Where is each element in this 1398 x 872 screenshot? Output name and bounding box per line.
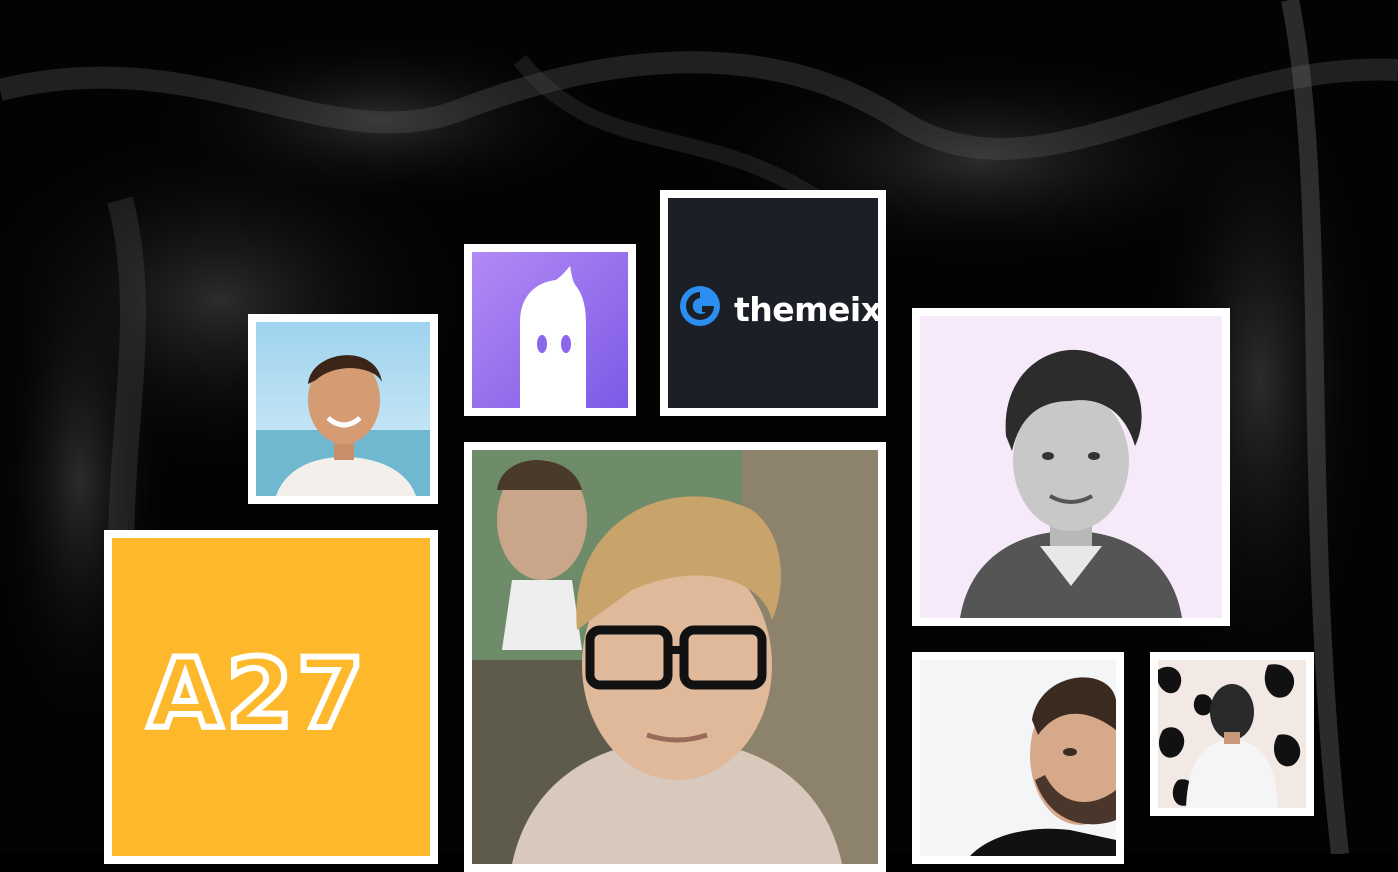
ghost-logo-icon [472, 252, 628, 408]
a27-logo-icon: A27 [112, 538, 430, 856]
portrait-woman-glasses [472, 450, 878, 864]
avatar-curly-man [912, 308, 1230, 626]
themeix-logo-tile: themeix [660, 190, 886, 416]
a27-logo-tile: A27 [104, 530, 438, 864]
portrait-back-view [1158, 660, 1306, 808]
themeix-wordmark: themeix [734, 290, 882, 329]
portrait-bearded-man [920, 660, 1116, 856]
avatar-woman-glasses [464, 442, 886, 872]
ghost-logo-tile [464, 244, 636, 416]
portrait-beach-man [256, 322, 430, 496]
avatar-back-view [1150, 652, 1314, 816]
avatar-beach-man [248, 314, 438, 504]
themeix-logo-icon [680, 286, 720, 326]
portrait-curly-man [920, 316, 1222, 618]
avatar-bearded-man [912, 652, 1124, 864]
a27-wordmark: A27 [145, 635, 368, 753]
